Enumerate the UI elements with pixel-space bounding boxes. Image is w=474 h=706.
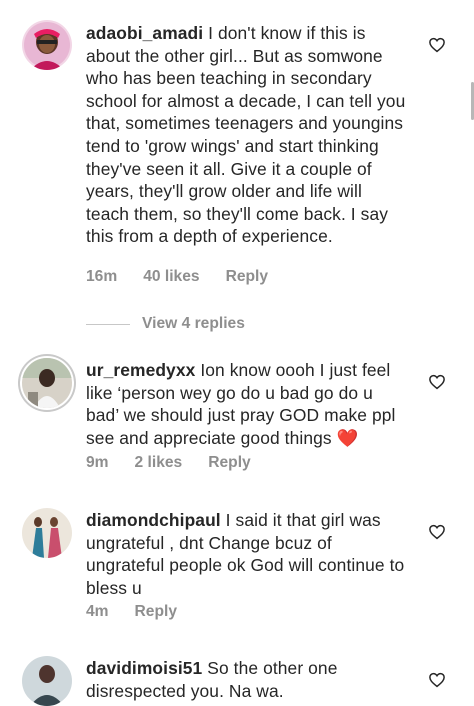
avatar[interactable] — [22, 358, 72, 408]
replies-divider — [86, 323, 130, 325]
comment-text: adaobi_amadi I don't know if this is abo… — [86, 22, 406, 248]
view-replies[interactable]: View 4 replies — [86, 313, 245, 335]
comment-meta: 4m Reply — [86, 603, 203, 621]
comment-meta: 16m 40 likes Reply — [86, 268, 294, 286]
avatar-image — [22, 358, 72, 408]
avatar-image — [22, 656, 72, 706]
avatar[interactable] — [22, 656, 72, 706]
comment-text: ur_remedyxx Ion know oooh I just feel li… — [86, 359, 406, 449]
comment-text: davidimoisi51 So the other one disrespec… — [86, 657, 406, 702]
comment-meta: 9m 2 likes Reply — [86, 454, 277, 472]
comment-body: I don't know if this is about the other … — [86, 23, 406, 247]
avatar-image — [22, 508, 72, 558]
heart-icon[interactable] — [428, 36, 446, 54]
heart-icon[interactable] — [428, 523, 446, 541]
reply-button[interactable]: Reply — [208, 454, 250, 472]
comment-time: 4m — [86, 603, 109, 620]
reply-button[interactable]: Reply — [135, 603, 177, 621]
heart-icon[interactable] — [428, 373, 446, 391]
comment-text: diamondchipaul I said it that girl was u… — [86, 509, 406, 599]
avatar[interactable] — [22, 20, 72, 70]
heart-icon[interactable] — [428, 671, 446, 689]
comment-likes[interactable]: 2 likes — [135, 454, 183, 472]
view-replies-label[interactable]: View 4 replies — [142, 315, 245, 333]
comment-username[interactable]: diamondchipaul — [86, 510, 221, 530]
comment-username[interactable]: adaobi_amadi — [86, 23, 203, 43]
avatar[interactable] — [22, 508, 72, 558]
comment-username[interactable]: ur_remedyxx — [86, 360, 195, 380]
comment-time: 9m — [86, 454, 109, 471]
comment-username[interactable]: davidimoisi51 — [86, 658, 202, 678]
avatar-image — [22, 20, 72, 70]
comment-likes[interactable]: 40 likes — [143, 268, 199, 286]
comment-time: 16m — [86, 268, 118, 285]
reply-button[interactable]: Reply — [226, 268, 268, 286]
